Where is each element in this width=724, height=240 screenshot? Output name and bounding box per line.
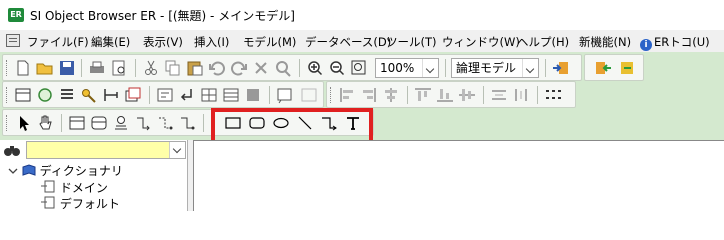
book-icon	[22, 164, 36, 176]
paste-icon[interactable]	[185, 59, 205, 77]
model-view-value: 論理モデル	[456, 61, 517, 75]
align-top-icon[interactable]	[413, 86, 433, 104]
model-view-select[interactable]: 論理モデル	[451, 58, 539, 78]
extra-toolbar	[584, 54, 644, 81]
print-icon[interactable]	[87, 59, 107, 77]
tree-item-domain[interactable]: ドメイン	[40, 179, 108, 196]
window-title: SI Object Browser ER - [(無題) - メインモデル]	[30, 9, 295, 23]
undo-icon[interactable]	[207, 59, 227, 77]
align-left-icon[interactable]	[337, 86, 357, 104]
chevron-down-icon	[522, 59, 538, 77]
zoom-out-icon[interactable]	[327, 59, 347, 77]
tree-item-label: ドメイン	[59, 181, 108, 195]
tree-item-dictionary[interactable]: ディクショナリ	[8, 162, 123, 179]
layout-toolbar	[2, 81, 324, 108]
app-icon: ER	[8, 8, 24, 22]
tree-item-default[interactable]: デフォルト	[40, 195, 120, 212]
sync-icon[interactable]	[617, 59, 637, 77]
toolbar-grip[interactable]	[6, 115, 8, 131]
frame-icon[interactable]	[299, 86, 319, 104]
align-right-icon[interactable]	[359, 86, 379, 104]
refresh-icon[interactable]	[35, 86, 55, 104]
export-icon[interactable]	[551, 59, 571, 77]
align-bottom-icon[interactable]	[435, 86, 455, 104]
tree-item-label: デフォルト	[59, 197, 120, 211]
title-bar: ER SI Object Browser ER - [(無題) - メインモデル…	[0, 0, 724, 30]
dictionary-panel: ディクショナリ ドメイン デフォルト	[0, 140, 188, 211]
same-width-icon[interactable]	[489, 86, 509, 104]
tree-item-label: ディクショナリ	[39, 164, 123, 178]
menu-model[interactable]: モデル(M)	[243, 34, 296, 50]
menu-edit[interactable]: 編集(E)	[91, 34, 130, 50]
print-preview-icon[interactable]	[109, 59, 129, 77]
menu-view[interactable]: 表示(V)	[143, 34, 183, 50]
table-icon[interactable]	[221, 86, 241, 104]
non-identifying-relationship-icon[interactable]	[155, 114, 175, 132]
view-tool-icon[interactable]	[89, 114, 109, 132]
entity-icon[interactable]	[13, 86, 33, 104]
chevron-down-icon	[422, 59, 438, 77]
menu-database[interactable]: データベース(D)	[305, 34, 391, 50]
save-icon[interactable]	[57, 59, 77, 77]
entity-tool-icon[interactable]	[67, 114, 87, 132]
zoom-fit-icon[interactable]	[349, 59, 369, 77]
toolbar-grip[interactable]	[6, 87, 8, 103]
info-icon: i	[640, 39, 652, 51]
delete-icon[interactable]	[251, 59, 271, 77]
zoom-value: 100%	[380, 61, 415, 75]
open-folder-icon[interactable]	[35, 59, 55, 77]
toolbar-grip[interactable]	[330, 87, 332, 103]
note-icon[interactable]	[275, 86, 295, 104]
menu-help[interactable]: ヘルプ(H)	[517, 34, 569, 50]
menu-er-toko[interactable]: i ERトコ(U)	[640, 34, 710, 51]
subtype-relationship-icon[interactable]	[177, 114, 197, 132]
binoculars-icon[interactable]	[3, 143, 21, 160]
distribute-icon[interactable]	[543, 86, 563, 104]
chevron-down-icon[interactable]	[169, 142, 185, 158]
menu-er-toko-label: ERトコ(U)	[654, 35, 710, 49]
chevron-down-icon	[8, 168, 18, 174]
system-menu-icon[interactable]	[6, 34, 20, 47]
default-icon	[41, 196, 55, 209]
relation-icon[interactable]	[101, 86, 121, 104]
hand-icon[interactable]	[35, 114, 55, 132]
window-icon[interactable]	[123, 86, 143, 104]
stack-icon[interactable]	[57, 86, 77, 104]
menu-insert[interactable]: 挿入(I)	[194, 34, 229, 50]
pointer-icon[interactable]	[13, 114, 33, 132]
key-icon[interactable]	[79, 86, 99, 104]
align-middle-icon[interactable]	[457, 86, 477, 104]
import-icon[interactable]	[593, 59, 613, 77]
menu-window[interactable]: ウィンドウ(W)	[442, 34, 520, 50]
fill-color-icon[interactable]	[243, 86, 263, 104]
menu-tools[interactable]: ツール(T)	[386, 34, 437, 50]
standard-toolbar: 100% 論理モデル	[2, 54, 582, 81]
domain-icon	[41, 180, 55, 193]
same-height-icon[interactable]	[511, 86, 531, 104]
menu-bar: ファイル(F) 編集(E) 表示(V) 挿入(I) モデル(M) データベース(…	[0, 30, 724, 52]
align-center-icon[interactable]	[381, 86, 401, 104]
return-icon[interactable]	[177, 86, 197, 104]
copy-icon[interactable]	[163, 59, 183, 77]
zoom-select[interactable]: 100%	[375, 58, 439, 78]
align-icon[interactable]	[155, 86, 175, 104]
stamp-icon[interactable]	[111, 114, 131, 132]
diagram-canvas[interactable]	[193, 140, 724, 211]
relationship-tool-icon[interactable]	[133, 114, 153, 132]
find-icon[interactable]	[273, 59, 293, 77]
zoom-in-icon[interactable]	[305, 59, 325, 77]
menu-new-features[interactable]: 新機能(N)	[579, 34, 631, 50]
toolbar-grip[interactable]	[6, 60, 8, 76]
cut-icon[interactable]	[141, 59, 161, 77]
menu-file[interactable]: ファイル(F)	[27, 34, 89, 50]
redo-icon[interactable]	[229, 59, 249, 77]
new-file-icon[interactable]	[13, 59, 33, 77]
search-input[interactable]	[26, 141, 186, 159]
grid-icon[interactable]	[199, 86, 219, 104]
arrange-toolbar	[326, 81, 576, 108]
